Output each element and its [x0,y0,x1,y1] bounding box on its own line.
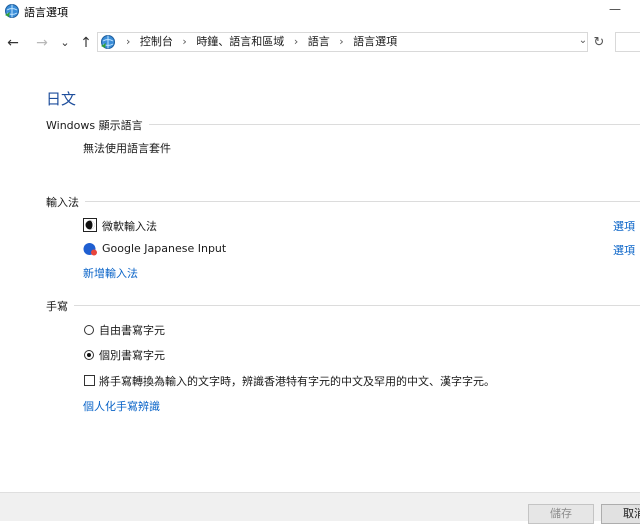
breadcrumb-separator: › [126,35,131,48]
input-method-options-link[interactable]: 選項 [613,242,635,258]
minimize-button[interactable]: — [600,0,630,20]
recent-locations-button[interactable]: ⌄ [56,33,74,53]
up-button[interactable]: ↑ [77,33,95,53]
breadcrumb-item[interactable]: 控制台 [140,35,173,48]
individual-radio[interactable] [84,350,94,360]
forward-button[interactable]: → [33,33,51,53]
breadcrumb-item[interactable]: 時鐘、語言和區域 [196,35,284,48]
section-heading: 輸入法 [46,196,85,209]
rare-characters-checkbox-label[interactable]: 將手寫轉換為輸入的文字時，辨識香港特有字元的中文及罕用的中文、漢字字元。 [99,373,495,389]
section-display-language: Windows 顯示語言 [46,117,640,132]
google-ime-icon [83,243,97,256]
section-divider [46,305,640,306]
title-bar: 語言選項 — [0,0,640,22]
breadcrumb: › 控制台 › 時鐘、語言和區域 › 語言 › 語言選項 [120,33,397,51]
section-input-methods: 輸入法 [46,194,640,209]
page-title: 日文 [46,90,77,108]
individual-radio-label[interactable]: 個別書寫字元 [99,347,165,363]
breadcrumb-item[interactable]: 語言選項 [353,35,397,48]
footer-bar: 儲存 取消 [0,492,640,524]
address-bar[interactable]: › 控制台 › 時鐘、語言和區域 › 語言 › 語言選項 [97,32,588,52]
control-panel-icon [5,4,19,18]
section-handwriting: 手寫 [46,298,640,313]
input-method-options-link[interactable]: 選項 [613,218,635,234]
control-panel-icon [101,35,115,49]
input-method-name: 微軟輸入法 [102,220,157,233]
breadcrumb-separator: › [339,35,344,48]
section-heading: Windows 顯示語言 [46,119,149,132]
microsoft-ime-icon [83,218,97,232]
freeform-radio[interactable] [84,325,94,335]
cancel-button[interactable]: 取消 [601,504,640,524]
window-title: 語言選項 [24,6,68,19]
back-button[interactable]: ← [4,33,22,53]
search-input[interactable] [615,32,640,52]
section-heading: 手寫 [46,300,74,313]
personalize-handwriting-link[interactable]: 個人化手寫辨識 [83,398,160,414]
input-method-name: Google Japanese Input [102,242,227,255]
navigation-bar: ← → ⌄ ↑ › 控制台 › 時鐘、語言和區域 › 語言 › 語言選項 ⌄ ↻ [0,30,640,56]
language-pack-status: 無法使用語言套件 [83,142,171,155]
add-input-method-link[interactable]: 新增輸入法 [83,265,138,281]
rare-characters-checkbox[interactable] [84,375,95,386]
breadcrumb-separator: › [293,35,299,48]
refresh-icon[interactable]: ↻ [590,33,608,53]
save-button[interactable]: 儲存 [528,504,594,524]
breadcrumb-item[interactable]: 語言 [308,35,330,48]
freeform-radio-label[interactable]: 自由書寫字元 [99,322,165,338]
section-divider [46,201,640,202]
breadcrumb-separator: › [182,35,187,48]
address-dropdown-icon[interactable]: ⌄ [577,32,589,50]
